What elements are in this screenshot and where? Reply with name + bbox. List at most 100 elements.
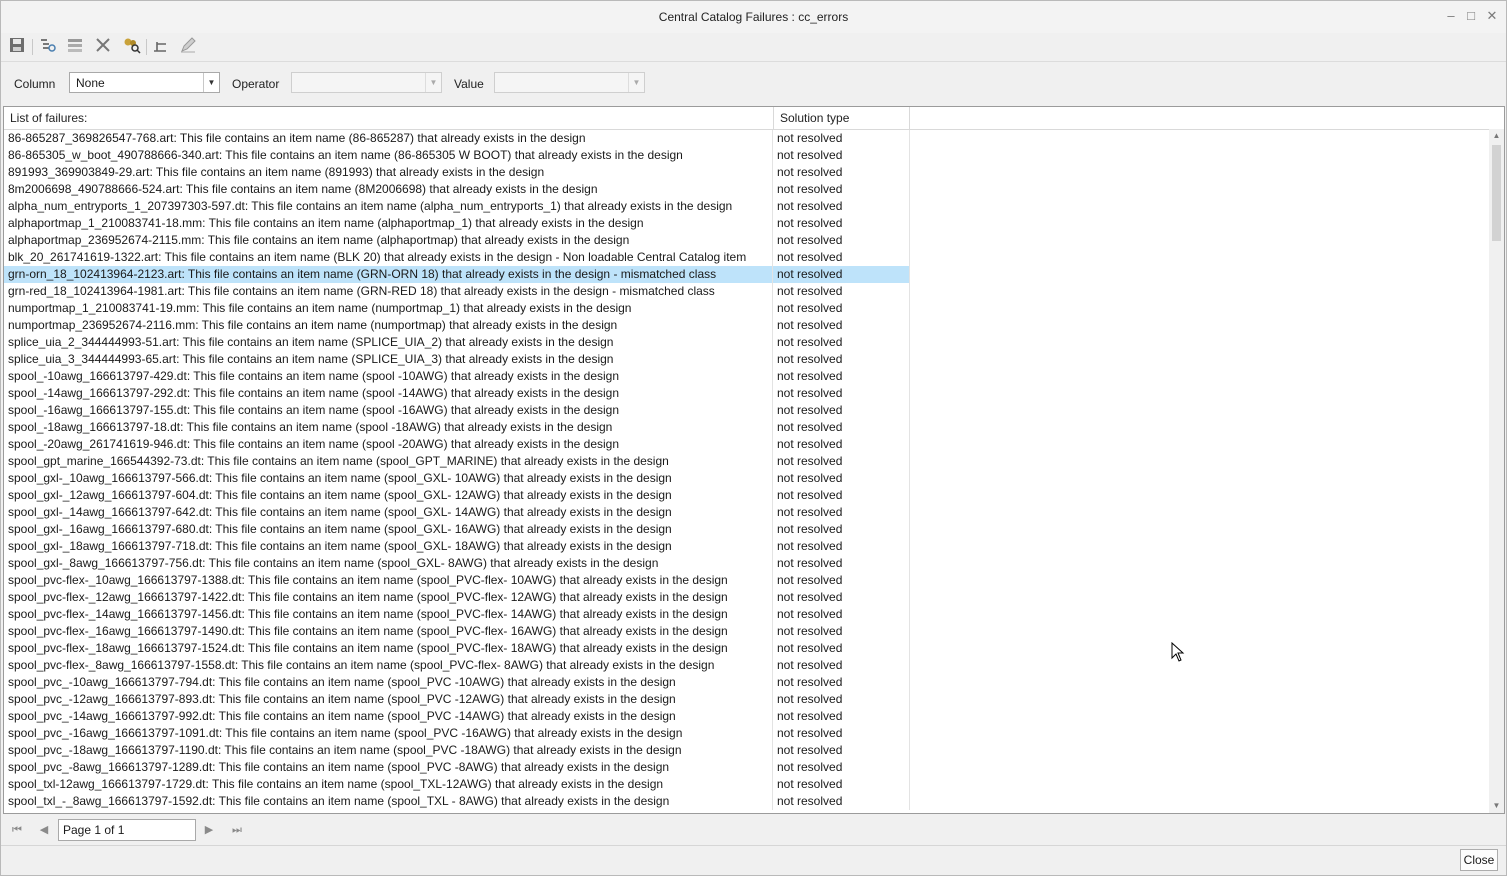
solution-type-cell[interactable]: not resolved (773, 436, 910, 453)
solution-type-cell[interactable]: not resolved (773, 623, 910, 640)
solution-type-cell[interactable]: not resolved (773, 538, 910, 555)
table-row[interactable]: 8m2006698_490788666-524.art: This file c… (4, 181, 910, 198)
table-row[interactable]: grn-orn_18_102413964-2123.art: This file… (4, 266, 910, 283)
maximize-button[interactable]: □ (1462, 7, 1480, 25)
table-row[interactable]: spool_-10awg_166613797-429.dt: This file… (4, 368, 910, 385)
chevron-down-icon[interactable]: ▼ (425, 73, 441, 92)
scroll-down-icon[interactable]: ▼ (1489, 799, 1504, 813)
align-icon[interactable] (149, 36, 171, 58)
solution-type-cell[interactable]: not resolved (773, 504, 910, 521)
table-row[interactable]: spool_txl_-_8awg_166613797-1592.dt: This… (4, 793, 910, 810)
page-field[interactable]: Page 1 of 1 (58, 819, 196, 841)
solution-type-cell[interactable]: not resolved (773, 674, 910, 691)
table-row[interactable]: spool_pvc_-12awg_166613797-893.dt: This … (4, 691, 910, 708)
solution-type-cell[interactable]: not resolved (773, 555, 910, 572)
solution-type-cell[interactable]: not resolved (773, 283, 910, 300)
close-button[interactable]: Close (1460, 849, 1498, 871)
table-row[interactable]: spool_pvc-flex-_18awg_166613797-1524.dt:… (4, 640, 910, 657)
column-select[interactable]: None ▼ (69, 72, 220, 93)
table-row[interactable]: alpha_num_entryports_1_207397303-597.dt:… (4, 198, 910, 215)
delete-icon[interactable] (92, 36, 114, 58)
table-row[interactable]: spool_pvc-flex-_16awg_166613797-1490.dt:… (4, 623, 910, 640)
solution-type-cell[interactable]: not resolved (773, 606, 910, 623)
table-row[interactable]: splice_uia_3_344444993-65.art: This file… (4, 351, 910, 368)
table-row[interactable]: numportmap_1_210083741-19.mm: This file … (4, 300, 910, 317)
solution-type-cell[interactable]: not resolved (773, 249, 910, 266)
solution-type-cell[interactable]: not resolved (773, 725, 910, 742)
solution-type-cell[interactable]: not resolved (773, 368, 910, 385)
edit-icon[interactable] (177, 36, 199, 58)
table-row[interactable]: spool_pvc-flex-_14awg_166613797-1456.dt:… (4, 606, 910, 623)
hide-details-icon[interactable] (64, 36, 86, 58)
table-row[interactable]: spool_pvc_-16awg_166613797-1091.dt: This… (4, 725, 910, 742)
solution-type-cell[interactable]: not resolved (773, 351, 910, 368)
solution-type-cell[interactable]: not resolved (773, 402, 910, 419)
table-row[interactable]: 891993_369903849-29.art: This file conta… (4, 164, 910, 181)
chevron-down-icon[interactable]: ▼ (628, 73, 644, 92)
table-row[interactable]: numportmap_236952674-2116.mm: This file … (4, 317, 910, 334)
scroll-up-icon[interactable]: ▲ (1489, 129, 1504, 143)
solution-type-cell[interactable]: not resolved (773, 453, 910, 470)
last-page-icon[interactable]: ⏭ (229, 821, 245, 839)
solution-type-cell[interactable]: not resolved (773, 759, 910, 776)
table-row[interactable]: spool_pvc_-18awg_166613797-1190.dt: This… (4, 742, 910, 759)
previous-page-icon[interactable]: ◀ (36, 821, 52, 839)
table-row[interactable]: spool_gxl-_10awg_166613797-566.dt: This … (4, 470, 910, 487)
solution-type-cell[interactable]: not resolved (773, 385, 910, 402)
vertical-scrollbar[interactable]: ▲ ▼ (1489, 129, 1504, 813)
table-row[interactable]: spool_-16awg_166613797-155.dt: This file… (4, 402, 910, 419)
table-row[interactable]: spool_gxl-_8awg_166613797-756.dt: This f… (4, 555, 910, 572)
operator-select[interactable]: ▼ (291, 72, 442, 93)
solution-type-cell[interactable]: not resolved (773, 232, 910, 249)
table-row[interactable]: spool_pvc_-8awg_166613797-1289.dt: This … (4, 759, 910, 776)
table-row[interactable]: spool_pvc_-14awg_166613797-992.dt: This … (4, 708, 910, 725)
table-row[interactable]: spool_pvc_-10awg_166613797-794.dt: This … (4, 674, 910, 691)
table-row[interactable]: 86-865305_w_boot_490788666-340.art: This… (4, 147, 910, 164)
solution-type-cell[interactable]: not resolved (773, 470, 910, 487)
find-users-icon[interactable] (120, 36, 142, 58)
solution-type-cell[interactable]: not resolved (773, 691, 910, 708)
solution-type-cell[interactable]: not resolved (773, 776, 910, 793)
table-row[interactable]: spool_-20awg_261741619-946.dt: This file… (4, 436, 910, 453)
save-icon[interactable] (6, 36, 28, 58)
solution-type-cell[interactable]: not resolved (773, 419, 910, 436)
solution-type-cell[interactable]: not resolved (773, 572, 910, 589)
scrollbar-thumb[interactable] (1492, 145, 1501, 241)
solution-type-cell[interactable]: not resolved (773, 487, 910, 504)
table-row[interactable]: spool_gpt_marine_166544392-73.dt: This f… (4, 453, 910, 470)
solution-type-cell[interactable]: not resolved (773, 164, 910, 181)
value-select[interactable]: ▼ (494, 72, 645, 93)
solution-type-cell[interactable]: not resolved (773, 300, 910, 317)
solution-type-cell[interactable]: not resolved (773, 521, 910, 538)
table-row[interactable]: blk_20_261741619-1322.art: This file con… (4, 249, 910, 266)
chevron-down-icon[interactable]: ▼ (203, 73, 219, 92)
table-row[interactable]: spool_-18awg_166613797-18.dt: This file … (4, 419, 910, 436)
close-window-button[interactable]: ✕ (1483, 7, 1501, 25)
solution-type-cell[interactable]: not resolved (773, 589, 910, 606)
table-row[interactable]: 86-865287_369826547-768.art: This file c… (4, 130, 910, 147)
table-row[interactable]: splice_uia_2_344444993-51.art: This file… (4, 334, 910, 351)
table-row[interactable]: spool_gxl-_14awg_166613797-642.dt: This … (4, 504, 910, 521)
table-row[interactable]: spool_-14awg_166613797-292.dt: This file… (4, 385, 910, 402)
table-row[interactable]: alphaportmap_1_210083741-18.mm: This fil… (4, 215, 910, 232)
solution-type-cell[interactable]: not resolved (773, 198, 910, 215)
table-row[interactable]: spool_txl-12awg_166613797-1729.dt: This … (4, 776, 910, 793)
table-row[interactable]: spool_gxl-_12awg_166613797-604.dt: This … (4, 487, 910, 504)
first-page-icon[interactable]: ⏮ (9, 821, 25, 839)
solution-type-cell[interactable]: not resolved (773, 215, 910, 232)
minimize-button[interactable]: – (1442, 7, 1460, 25)
solution-type-cell[interactable]: not resolved (773, 793, 910, 810)
solution-type-cell[interactable]: not resolved (773, 742, 910, 759)
solution-type-cell[interactable]: not resolved (773, 181, 910, 198)
table-row[interactable]: alphaportmap_236952674-2115.mm: This fil… (4, 232, 910, 249)
header-solution-type[interactable]: Solution type (774, 107, 910, 129)
header-list-of-failures[interactable]: List of failures: (4, 107, 774, 129)
solution-type-cell[interactable]: not resolved (773, 708, 910, 725)
next-page-icon[interactable]: ▶ (201, 821, 217, 839)
solution-type-cell[interactable]: not resolved (773, 147, 910, 164)
table-row[interactable]: spool_pvc-flex-_8awg_166613797-1558.dt: … (4, 657, 910, 674)
table-row[interactable]: spool_gxl-_16awg_166613797-680.dt: This … (4, 521, 910, 538)
table-row[interactable]: grn-red_18_102413964-1981.art: This file… (4, 283, 910, 300)
solution-type-cell[interactable]: not resolved (773, 657, 910, 674)
table-row[interactable]: spool_pvc-flex-_12awg_166613797-1422.dt:… (4, 589, 910, 606)
